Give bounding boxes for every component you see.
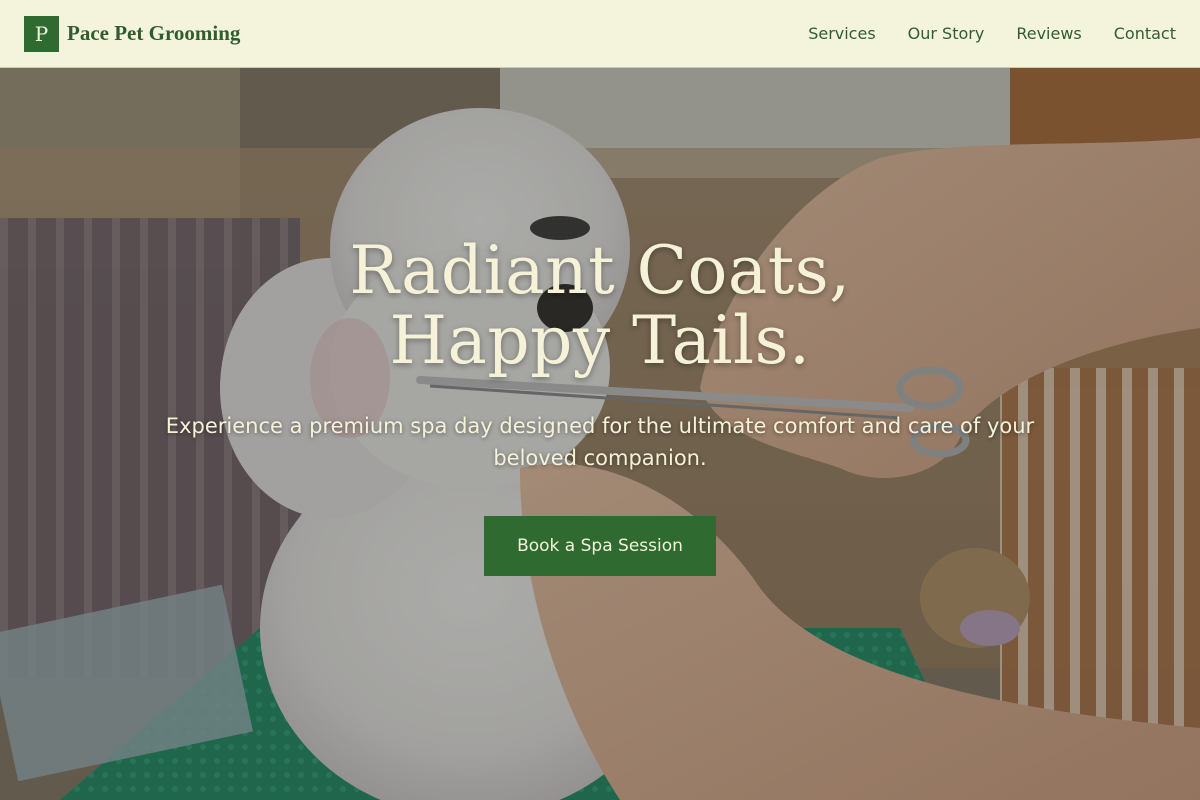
logo-mark: P	[24, 15, 59, 52]
brand-link[interactable]: P Pace Pet Grooming	[24, 15, 241, 52]
hero-subtitle: Experience a premium spa day designed fo…	[165, 414, 1035, 470]
nav-link-contact[interactable]: Contact	[1114, 24, 1176, 43]
hero-title: Radiant Coats, Happy Tails.	[349, 232, 851, 379]
book-spa-session-button[interactable]: Book a Spa Session	[484, 516, 716, 576]
nav-link-reviews[interactable]: Reviews	[1016, 24, 1081, 43]
hero-content: Radiant Coats, Happy Tails. Experience a…	[0, 236, 1200, 576]
nav-link-services[interactable]: Services	[808, 24, 875, 43]
nav-link-our-story[interactable]: Our Story	[908, 24, 985, 43]
hero-section: Radiant Coats, Happy Tails. Experience a…	[0, 68, 1200, 800]
brand-name: Pace Pet Grooming	[67, 21, 241, 45]
main-nav: Services Our Story Reviews Contact	[808, 24, 1176, 43]
site-header: P Pace Pet Grooming Services Our Story R…	[0, 0, 1200, 68]
